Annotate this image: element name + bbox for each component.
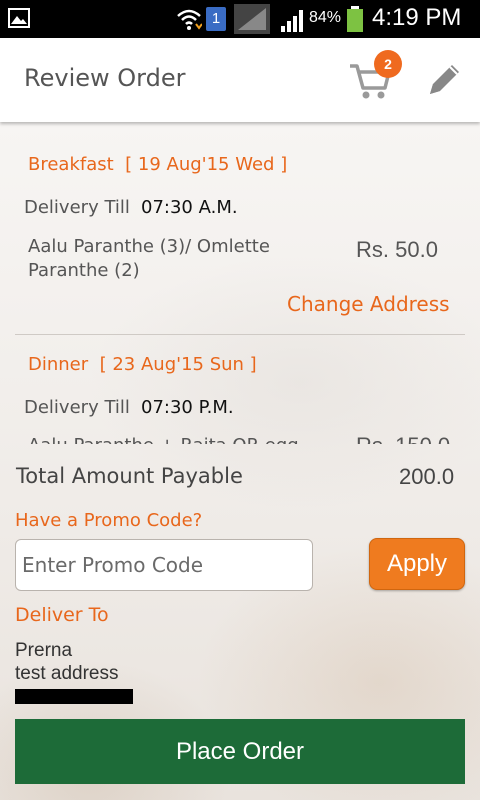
order-item-price: Rs. 150.0 xyxy=(356,433,450,444)
sim-indicator: 1 xyxy=(206,7,226,31)
delivery-till-label: Delivery Till xyxy=(24,397,130,418)
meal-name: Dinner xyxy=(28,354,89,375)
promo-code-heading: Have a Promo Code? xyxy=(15,510,203,531)
place-order-button[interactable]: Place Order xyxy=(15,719,465,784)
meal-date: [ 19 Aug'15 Wed ] xyxy=(125,154,288,175)
total-amount-label: Total Amount Payable xyxy=(16,464,243,488)
order-list[interactable]: Breakfast [ 19 Aug'15 Wed ] Delivery Til… xyxy=(0,122,480,444)
gallery-notification-icon xyxy=(8,8,30,28)
status-bar: 1 84% 4:19 PM xyxy=(0,0,480,38)
cart-count-badge: 2 xyxy=(374,50,402,78)
wifi-icon xyxy=(177,9,202,30)
divider xyxy=(15,334,465,335)
app-bar: Review Order 2 xyxy=(0,38,480,122)
deliver-to-heading: Deliver To xyxy=(15,604,109,626)
meal-date: [ 23 Aug'15 Sun ] xyxy=(99,354,257,375)
address-line: test address xyxy=(15,663,119,684)
total-amount-value: 200.0 xyxy=(399,464,455,489)
delivery-time: 07:30 P.M. xyxy=(141,397,234,418)
delivery-till-label: Delivery Till xyxy=(24,197,130,218)
order-item-price: Rs. 50.0 xyxy=(356,237,438,262)
promo-code-input[interactable] xyxy=(15,539,313,591)
apply-button[interactable]: Apply xyxy=(369,538,465,590)
cart-button[interactable]: 2 xyxy=(348,50,402,104)
signal-icon-sim1 xyxy=(234,4,270,34)
edit-pencil-icon[interactable] xyxy=(424,60,464,100)
battery-percent: 84% xyxy=(309,9,342,26)
meal-header-dinner: Dinner [ 23 Aug'15 Sun ] xyxy=(28,354,257,375)
order-item-name: Aalu Paranthe + Raita OR egg xyxy=(28,434,328,444)
signal-icon-sim2 xyxy=(281,10,303,32)
order-item-name: Aalu Paranthe (3)/ Omlette Paranthe (2) xyxy=(28,236,270,281)
meal-name: Breakfast xyxy=(28,154,114,175)
recipient-name: Prerna xyxy=(15,640,73,661)
battery-icon xyxy=(347,6,363,32)
redacted-address-line xyxy=(15,689,133,704)
clock: 4:19 PM xyxy=(372,4,462,31)
page-title: Review Order xyxy=(24,64,186,92)
change-address-link[interactable]: Change Address xyxy=(287,292,450,316)
meal-header-breakfast: Breakfast [ 19 Aug'15 Wed ] xyxy=(28,154,287,175)
delivery-time: 07:30 A.M. xyxy=(141,197,238,218)
